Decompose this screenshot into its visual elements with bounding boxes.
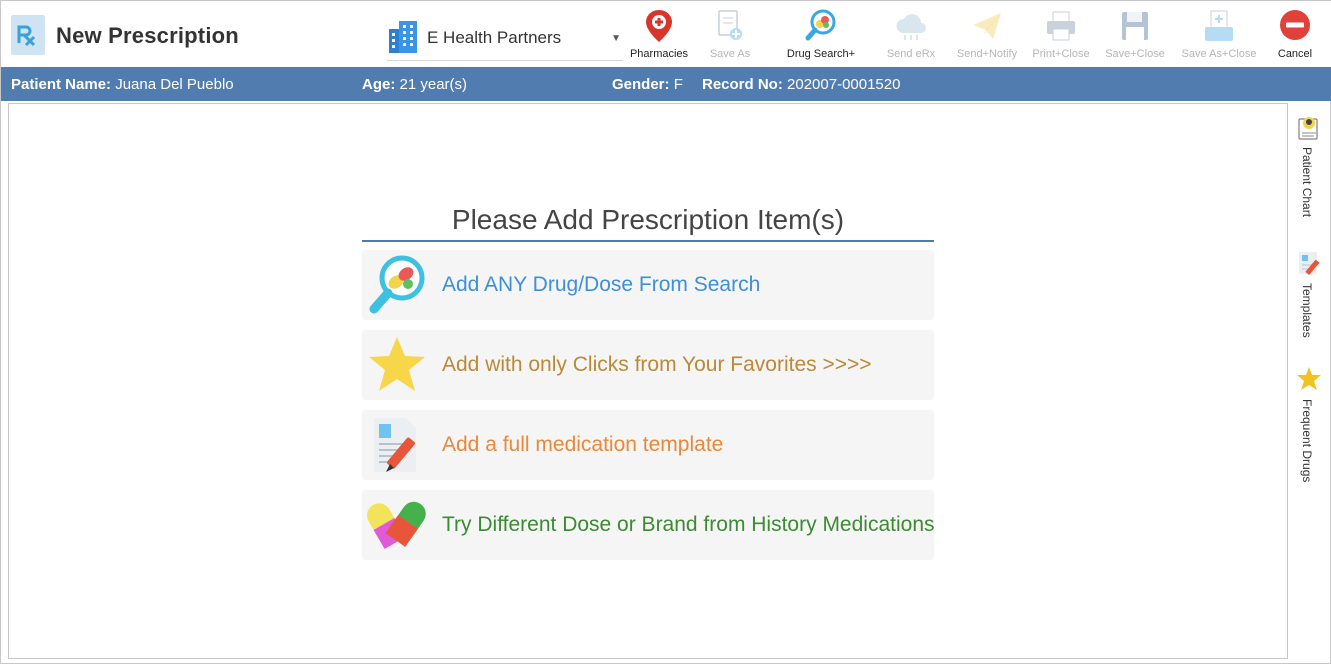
- frequent-drugs-icon: [1297, 367, 1321, 390]
- patient-record-field: Record No: 202007-0001520: [702, 76, 900, 93]
- header: New Prescription E Health Partners ▼ Pha…: [1, 1, 1331, 67]
- patient-record-value: 202007-0001520: [787, 76, 901, 93]
- prescription-items-panel: Please Add Prescription Item(s) Add ANY …: [8, 103, 1288, 659]
- paper-plane-icon: [973, 13, 1001, 39]
- printer-icon: [1047, 11, 1075, 41]
- send-erx-button[interactable]: Send eRx: [879, 1, 943, 67]
- save-as-button[interactable]: Save As: [701, 1, 759, 67]
- drug-search-icon: [366, 254, 428, 316]
- save-as-label: Save As: [709, 48, 751, 60]
- add-medication-template-card[interactable]: Add a full medication template: [362, 410, 934, 480]
- rail-frequent-drugs-label: Frequent Drugs: [1300, 399, 1314, 483]
- cancel-icon: [1280, 10, 1310, 40]
- patient-name-value: Juana Del Pueblo: [115, 76, 234, 93]
- patient-info-bar: Patient Name: Juana Del Pueblo Age: 21 y…: [1, 67, 1331, 101]
- history-medications-label: Try Different Dose or Brand from History…: [442, 513, 935, 536]
- pharmacies-button[interactable]: Pharmacies: [621, 1, 697, 67]
- rail-patient-chart[interactable]: Patient Chart: [1289, 107, 1329, 237]
- prescription-icon: [9, 13, 47, 57]
- template-icon: [366, 414, 428, 476]
- caret-down-icon: ▼: [611, 33, 621, 44]
- save-as-close-button[interactable]: Save As+Close: [1177, 1, 1261, 67]
- patient-name-field: Patient Name: Juana Del Pueblo: [11, 76, 234, 93]
- rail-frequent-drugs[interactable]: Frequent Drugs: [1289, 359, 1329, 499]
- pharmacies-label: Pharmacies: [629, 48, 689, 60]
- drug-search-label: Drug Search+: [786, 48, 856, 60]
- print-close-button[interactable]: Print+Close: [1027, 1, 1095, 67]
- map-pin-icon: [646, 10, 672, 42]
- drug-search-icon: [805, 9, 836, 41]
- add-drug-from-search-label: Add ANY Drug/Dose From Search: [442, 273, 761, 296]
- patient-gender-field: Gender: F: [612, 76, 683, 93]
- add-items-prompt: Please Add Prescription Item(s): [362, 204, 934, 242]
- save-as-close-label: Save As+Close: [1181, 48, 1257, 60]
- add-from-favorites-label: Add with only Clicks from Your Favorites…: [442, 353, 872, 376]
- history-medications-card[interactable]: Try Different Dose or Brand from History…: [362, 490, 935, 560]
- rail-templates[interactable]: Templates: [1289, 243, 1329, 359]
- send-notify-label: Send+Notify: [956, 48, 1018, 60]
- send-erx-label: Send eRx: [886, 48, 936, 60]
- cloud-icon: [896, 14, 926, 40]
- side-rail: Patient Chart Templates Frequent Drugs: [1289, 103, 1329, 659]
- print-close-label: Print+Close: [1032, 48, 1090, 60]
- save-as-icon: [718, 10, 742, 40]
- patient-age-label: Age:: [362, 76, 396, 93]
- star-icon: [366, 334, 428, 396]
- patient-gender-value: F: [673, 76, 683, 93]
- add-drug-from-search-card[interactable]: Add ANY Drug/Dose From Search: [362, 250, 934, 320]
- patient-record-label: Record No:: [702, 76, 783, 93]
- patient-chart-icon: [1298, 117, 1318, 140]
- save-close-label: Save+Close: [1105, 48, 1165, 60]
- organization-select[interactable]: E Health Partners ▼: [387, 17, 623, 61]
- page-title: New Prescription: [56, 23, 239, 48]
- save-close-button[interactable]: Save+Close: [1099, 1, 1171, 67]
- organization-select-value: E Health Partners: [427, 28, 562, 47]
- patient-name-label: Patient Name:: [11, 76, 112, 93]
- add-medication-template-label: Add a full medication template: [442, 433, 724, 456]
- patient-age-field: Age: 21 year(s): [362, 76, 467, 93]
- rail-templates-label: Templates: [1300, 283, 1314, 338]
- drug-search-button[interactable]: Drug Search+: [775, 1, 867, 67]
- patient-gender-label: Gender:: [612, 76, 670, 93]
- cancel-button[interactable]: Cancel: [1269, 1, 1321, 67]
- capsule-icon: [366, 494, 428, 556]
- cancel-label: Cancel: [1277, 48, 1313, 60]
- rail-patient-chart-label: Patient Chart: [1300, 147, 1314, 218]
- add-from-favorites-card[interactable]: Add with only Clicks from Your Favorites…: [362, 330, 934, 400]
- patient-age-value: 21 year(s): [399, 76, 468, 93]
- building-icon: [387, 19, 419, 53]
- save-as-close-icon: [1205, 10, 1233, 41]
- floppy-disk-icon: [1122, 12, 1148, 40]
- templates-icon: [1299, 252, 1320, 276]
- send-notify-button[interactable]: Send+Notify: [949, 1, 1025, 67]
- app-window: New Prescription E Health Partners ▼ Pha…: [0, 0, 1331, 664]
